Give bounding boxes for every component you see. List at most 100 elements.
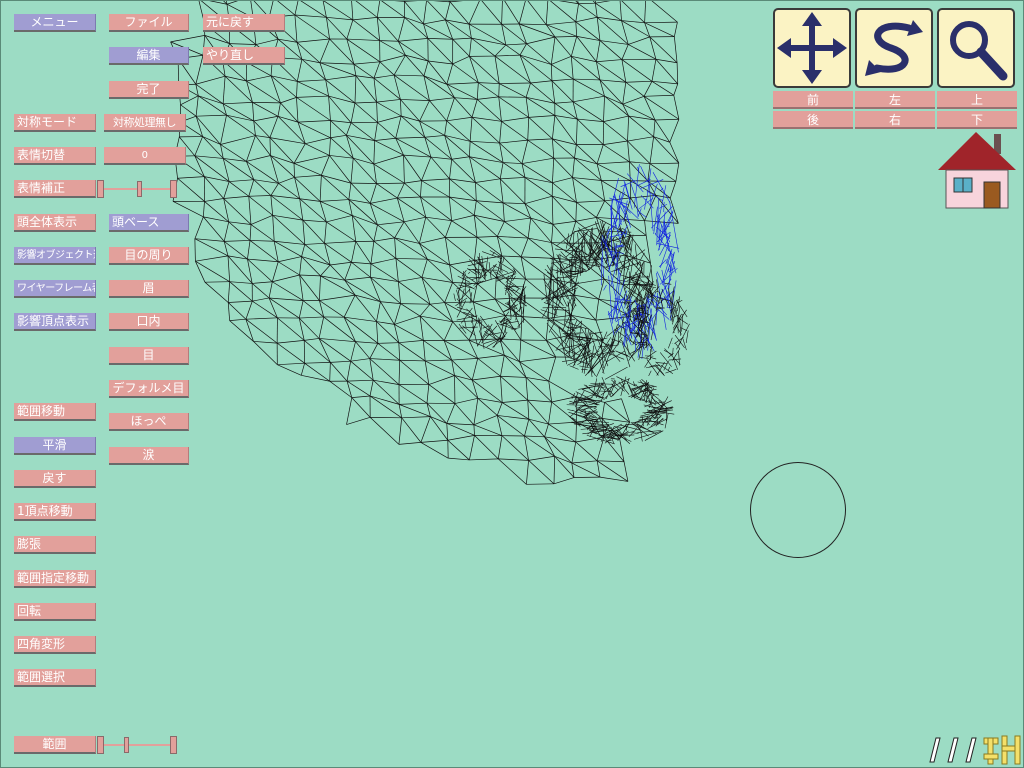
view-back-button[interactable]: 後	[773, 111, 853, 129]
mesh-edge	[504, 354, 520, 363]
symmetry-mode-button[interactable]: 対称モード	[14, 114, 96, 132]
home-icon[interactable]	[936, 130, 1018, 212]
mesh-edge	[524, 435, 545, 438]
mesh-edge	[569, 365, 579, 370]
eye-button[interactable]: 目	[109, 347, 189, 365]
mesh-edge	[497, 435, 503, 459]
mesh-edge	[473, 424, 475, 436]
view-right-button[interactable]: 右	[855, 111, 935, 129]
slider-thumb[interactable]	[136, 181, 142, 197]
influence-object-select-button[interactable]: 影響オブジェクト選択	[14, 247, 96, 265]
mesh-edge	[369, 417, 400, 445]
mesh-edge	[223, 241, 248, 260]
mesh-edge	[453, 293, 456, 301]
mesh-edge	[571, 56, 601, 81]
mesh-edge	[226, 0, 242, 5]
smooth-button[interactable]: 平滑	[14, 437, 96, 455]
mesh-edge	[500, 177, 526, 180]
mesh-edge	[220, 115, 227, 145]
view-left-button[interactable]: 左	[855, 91, 935, 109]
mesh-edge	[526, 0, 547, 25]
expression-correct-slider[interactable]	[97, 180, 177, 198]
around-eyes-button[interactable]: 目の周り	[109, 247, 189, 265]
done-button[interactable]: 完了	[109, 81, 189, 99]
symmetry-off-button[interactable]: 対称処理無し	[104, 114, 186, 132]
mesh-edge	[248, 179, 255, 197]
expression-switch-button[interactable]: 表情切替	[14, 147, 96, 165]
range-move-button[interactable]: 範囲移動	[14, 403, 96, 421]
influence-vertex-view-button[interactable]: 影響頂点表示	[14, 313, 96, 331]
rotate-tool-button[interactable]	[855, 8, 933, 88]
one-vertex-move-button[interactable]: 1頂点移動	[14, 503, 96, 521]
file-button[interactable]: ファイル	[109, 14, 189, 32]
mesh-edge	[628, 36, 650, 45]
mesh-edge	[394, 303, 401, 325]
undo-button[interactable]: 元に戻す	[203, 14, 285, 32]
mesh-edge	[370, 258, 396, 265]
mesh-edge	[446, 423, 475, 436]
wireframe-view-button[interactable]: ワイヤーフレーム表示	[14, 280, 96, 298]
mesh-edge	[571, 462, 601, 478]
mesh-edge	[551, 56, 572, 65]
mesh-edge	[294, 174, 322, 178]
edit-button[interactable]: 編集	[109, 47, 189, 65]
mesh-edge	[521, 316, 549, 319]
range-slider[interactable]	[97, 736, 177, 754]
mesh-edge	[470, 140, 500, 144]
eyebrow-button[interactable]: 眉	[109, 280, 189, 298]
mesh-edge	[253, 341, 278, 344]
mesh-edge	[505, 44, 521, 56]
head-all-view-button[interactable]: 頭全体表示	[14, 214, 96, 232]
mesh-edge	[674, 36, 678, 63]
range-select-button[interactable]: 範囲選択	[14, 669, 96, 687]
mesh-edge	[619, 0, 622, 21]
move-tool-button[interactable]	[773, 8, 851, 88]
mesh-edge	[446, 120, 471, 142]
mesh-edge	[398, 340, 424, 344]
expression-correct-button[interactable]: 表情補正	[14, 180, 96, 198]
mesh-edge	[575, 422, 577, 443]
slider-right-cap	[170, 736, 177, 754]
mesh-edge	[177, 177, 205, 202]
mesh-edge	[488, 262, 492, 280]
mesh-edge	[667, 366, 670, 371]
mesh-edge	[454, 397, 478, 404]
quad-transform-button[interactable]: 四角変形	[14, 636, 96, 654]
mesh-edge	[374, 140, 404, 156]
mesh-edge	[575, 16, 598, 23]
mesh-edge	[528, 460, 555, 485]
rotate-button[interactable]: 回転	[14, 603, 96, 621]
mesh-edge	[344, 279, 381, 302]
mesh-edge	[430, 156, 452, 160]
head-base-button[interactable]: 頭ベース	[109, 214, 189, 232]
view-front-button[interactable]: 前	[773, 91, 853, 109]
mesh-edge	[329, 155, 352, 184]
deformed-eye-button[interactable]: デフォルメ目	[109, 380, 189, 398]
mesh-edge	[400, 99, 402, 117]
expression-value-field[interactable]: 0	[104, 147, 186, 165]
mesh-edge	[499, 338, 521, 341]
range-specified-move-button[interactable]: 範囲指定移動	[14, 570, 96, 588]
mesh-edge	[396, 182, 405, 199]
zoom-tool-button[interactable]	[937, 8, 1015, 88]
view-up-button[interactable]: 上	[937, 91, 1017, 109]
mesh-edge	[398, 342, 401, 361]
menu-button[interactable]: メニュー	[14, 14, 96, 32]
mesh-edge	[494, 277, 497, 300]
redo-button[interactable]: やり直し	[203, 47, 285, 65]
inflate-button[interactable]: 膨張	[14, 536, 96, 554]
mesh-edge	[222, 76, 226, 104]
mesh-edge	[328, 96, 331, 121]
zoom-magnifier-icon	[950, 21, 1008, 81]
mouth-inside-button[interactable]: 口内	[109, 313, 189, 331]
mesh-edge	[504, 221, 529, 239]
mesh-edge	[195, 95, 199, 117]
range-button[interactable]: 範囲	[14, 736, 96, 754]
undo-step-button[interactable]: 戻す	[14, 470, 96, 488]
tears-button[interactable]: 涙	[109, 447, 189, 465]
cheek-button[interactable]: ほっぺ	[109, 413, 189, 431]
slider-thumb[interactable]	[124, 737, 130, 753]
mesh-edge	[603, 96, 605, 122]
mesh-edge	[548, 380, 577, 398]
view-down-button[interactable]: 下	[937, 111, 1017, 129]
